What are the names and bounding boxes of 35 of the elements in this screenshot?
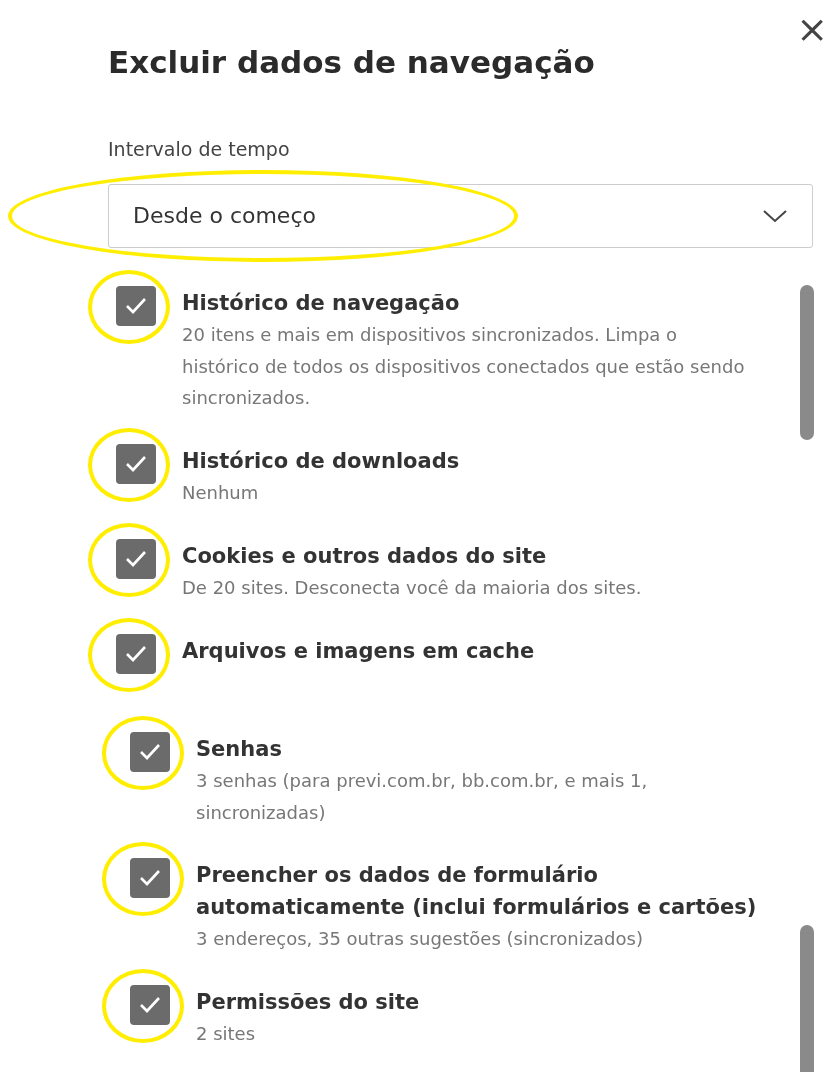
option-description: 3 endereços, 35 outras sugestões (sincronizados) bbox=[196, 927, 644, 952]
option-title: Permissões do site bbox=[196, 988, 420, 1016]
checkbox[interactable] bbox=[116, 285, 156, 326]
scrollbar-thumb[interactable] bbox=[800, 925, 814, 1072]
option-title: Senhas bbox=[196, 735, 283, 763]
checkbox[interactable] bbox=[130, 731, 170, 772]
chevron-down-icon bbox=[762, 207, 788, 224]
checkbox[interactable] bbox=[116, 633, 156, 674]
option-description: 2 sites bbox=[196, 1022, 257, 1047]
option-description: Nenhum bbox=[182, 481, 260, 506]
close-button[interactable]: × bbox=[796, 10, 828, 48]
checkmark-icon bbox=[125, 296, 147, 315]
checkmark-icon bbox=[139, 869, 161, 888]
option-title: Preencher os dados de formulário automaticamente (inclui formulários e cartões) bbox=[196, 862, 758, 921]
checkmark-icon bbox=[139, 742, 161, 761]
dropdown-value: Desde o começo bbox=[133, 202, 316, 231]
checkmark-icon bbox=[125, 549, 147, 568]
checkbox[interactable] bbox=[116, 538, 156, 579]
option-description: 3 senhas (para previ.com.br, bb.com.br, e mais 1, sincronizadas) bbox=[196, 769, 649, 825]
checkbox[interactable] bbox=[130, 858, 170, 899]
field-label: Intervalo de tempo bbox=[108, 137, 291, 163]
time-range-dropdown[interactable]: Desde o começo bbox=[108, 183, 813, 248]
option-title: Cookies e outros dados do site bbox=[182, 542, 548, 570]
checkbox[interactable] bbox=[116, 443, 156, 484]
option-description: De 20 sites. Desconecta você da maioria dos sites. bbox=[182, 576, 642, 601]
option-title: Histórico de navegação bbox=[182, 289, 461, 317]
checkbox[interactable] bbox=[130, 984, 170, 1025]
scrollbar-thumb[interactable] bbox=[800, 285, 814, 440]
checkmark-icon bbox=[139, 995, 161, 1014]
option-title: Arquivos e imagens em cache bbox=[182, 637, 535, 665]
option-title: Histórico de downloads bbox=[182, 447, 460, 475]
checkmark-icon bbox=[125, 644, 147, 663]
dialog-title: Excluir dados de navegação bbox=[108, 44, 596, 82]
option-description: 20 itens e mais em dispositivos sincronizados. Limpa o histórico de todos os dispositivos conectados que estão sendo sincronizados. bbox=[182, 323, 746, 411]
checkmark-icon bbox=[125, 454, 147, 473]
